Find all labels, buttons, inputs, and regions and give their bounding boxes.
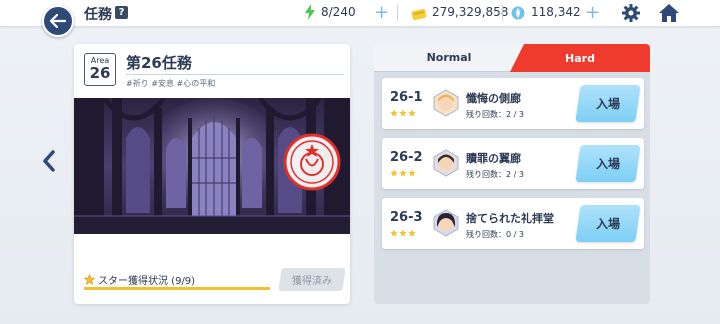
settings-gear-icon[interactable] [621,3,641,27]
quest-stars [390,229,416,237]
quest-row[interactable]: 26-1 懺悔の側廊 残り回数：2 / 3 入場 [382,78,644,129]
claimed-label: 獲得済み [292,276,332,287]
tab-hard[interactable]: Hard [510,44,650,72]
arrow-left-icon [50,14,66,28]
title-divider [126,74,344,75]
help-button[interactable]: ? [115,6,128,19]
enter-label: 入場 [595,217,620,231]
mission-tags: #祈り #安息 #心の平和 [126,79,216,88]
area-number: 26 [89,64,111,82]
quest-row[interactable]: 26-3 捨てられた礼拝堂 残り回数：0 / 3 入場 [382,198,644,249]
complete-stamp-icon [282,132,342,196]
enter-button[interactable]: 入場 [575,85,641,122]
enter-button[interactable]: 入場 [575,205,641,242]
mission-info-card: Area 26 第26任務 #祈り #安息 #心の平和 スター獲得状況 (9/9… [74,44,350,304]
star-icon [84,274,95,285]
ap-icon [305,4,315,24]
star-progress-fill [84,287,270,290]
home-icon[interactable] [658,3,680,27]
quest-name: 懺悔の側廊 [466,92,521,105]
character-avatar [432,89,460,117]
previous-area-chevron-left-icon[interactable] [42,150,56,176]
quest-name: 贖罪の翼廊 [466,152,521,165]
quest-name: 捨てられた礼拝堂 [466,212,554,225]
back-button[interactable] [42,5,74,37]
quest-number: 26-1 [390,90,423,105]
pyroxene-add-button[interactable]: + [585,2,600,23]
quest-list-panel: Normal Hard 26-1 懺悔の側廊 残り回数：2 / 3 入場 26-… [374,44,650,304]
credit-icon [411,6,427,25]
divider [502,5,503,21]
area-badge: Area 26 [84,53,116,86]
star-icon [390,109,398,117]
ap-add-button[interactable]: + [374,2,389,23]
quest-number: 26-3 [390,210,423,225]
ap-value: 8/240 [321,5,356,19]
quest-stars [390,109,416,117]
star-status: スター獲得状況 (9/9) [84,272,195,287]
enter-label: 入場 [595,157,620,171]
star-icon [408,229,416,237]
mission-title: 第26任務 [126,54,192,72]
star-icon [408,109,416,117]
pyroxene-value: 118,342 [531,5,581,19]
quest-row[interactable]: 26-2 贖罪の翼廊 残り回数：2 / 3 入場 [382,138,644,189]
quest-remaining: 残り回数：2 / 3 [466,110,524,119]
tab-normal[interactable]: Normal [374,44,524,72]
quest-stars [390,169,416,177]
enter-label: 入場 [595,97,620,111]
star-status-label: スター獲得状況 (9/9) [98,276,196,287]
star-icon [408,169,416,177]
star-icon [390,229,398,237]
quest-remaining: 残り回数：0 / 3 [466,230,524,239]
star-icon [399,229,407,237]
claimed-button[interactable]: 獲得済み [278,268,346,291]
star-icon [390,169,398,177]
pyroxene-icon [511,5,525,25]
star-icon [399,109,407,117]
page-title: 任務 [84,7,112,23]
credit-value: 279,329,858 [432,5,509,19]
top-bar: 任務 ? 8/240 + 279,329,858 118,342 + [0,0,720,26]
divider [397,5,398,21]
enter-button[interactable]: 入場 [575,145,641,182]
star-icon [399,169,407,177]
quest-remaining: 残り回数：2 / 3 [466,170,524,179]
character-avatar [432,209,460,237]
star-progress-bar [84,287,270,290]
quest-number: 26-2 [390,150,423,165]
character-avatar [432,149,460,177]
